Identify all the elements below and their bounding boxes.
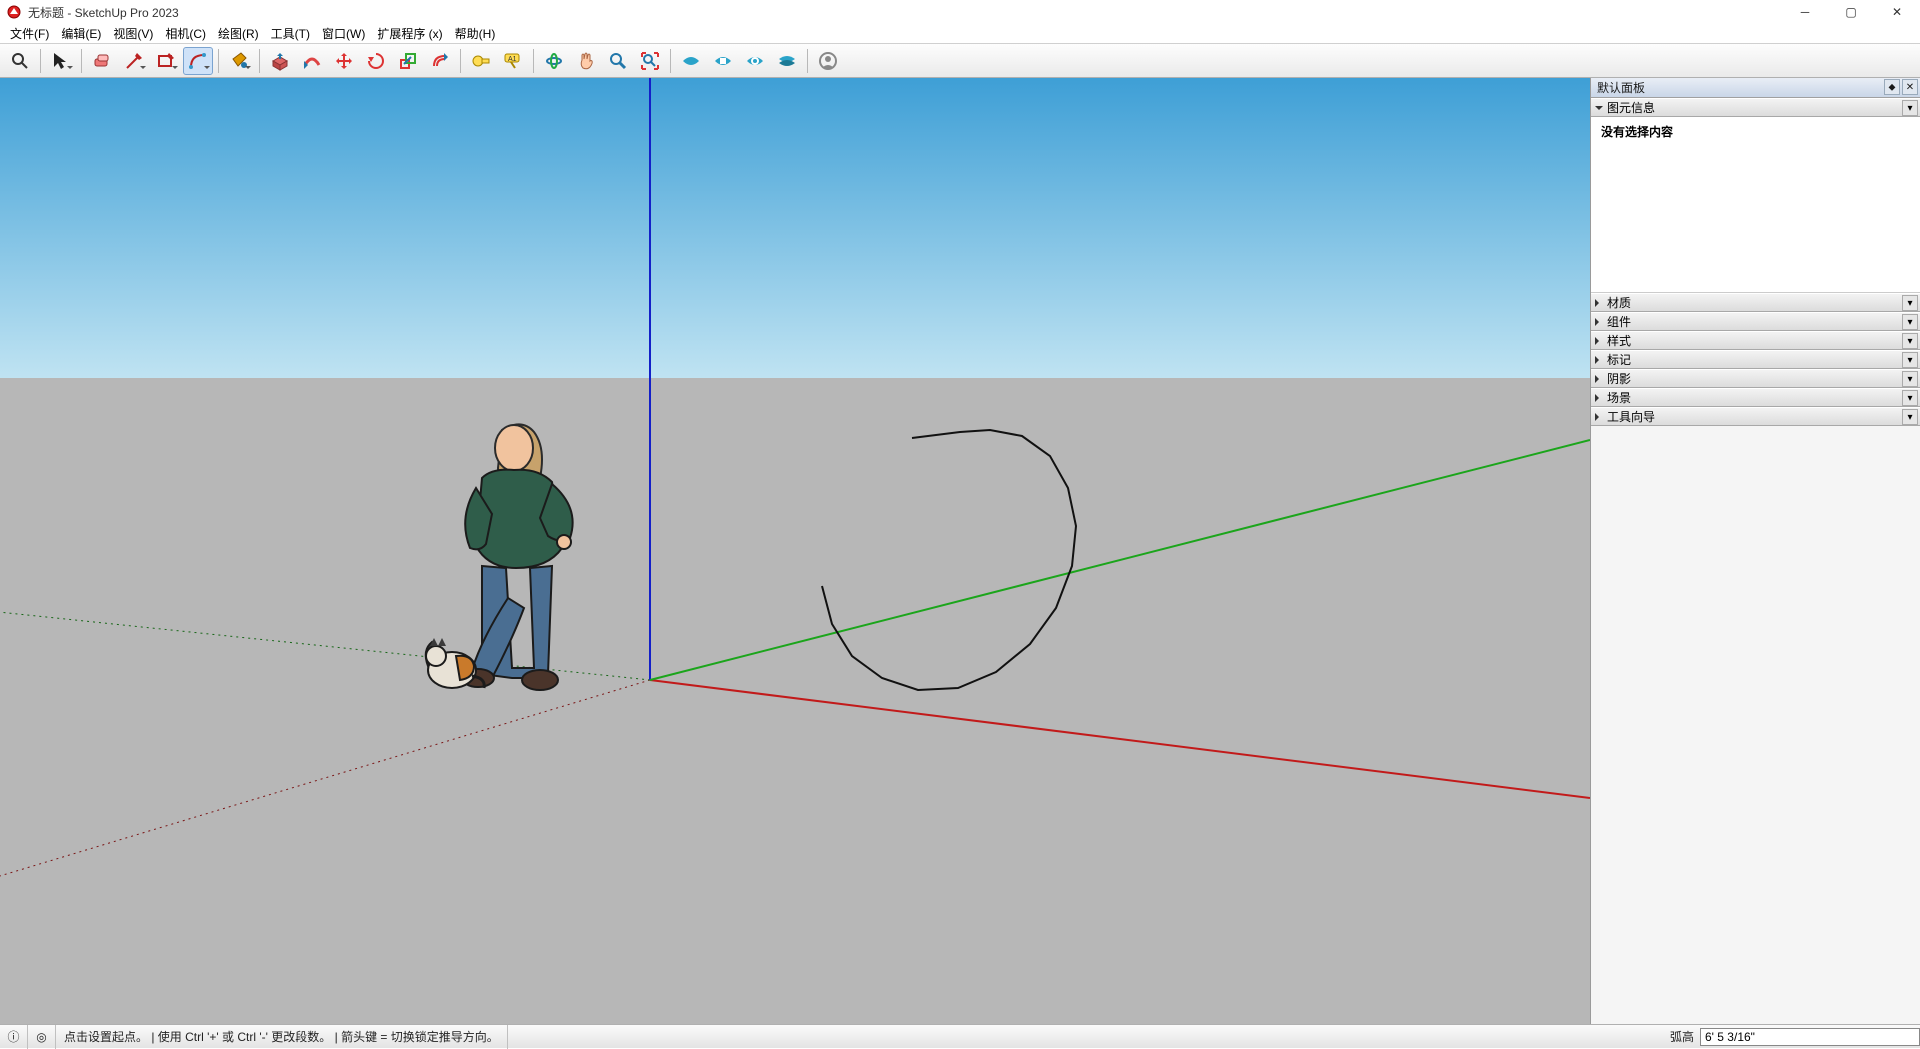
section-label: 阴影: [1607, 370, 1631, 387]
menu-file[interactable]: 文件(F): [4, 24, 55, 44]
geo-icon[interactable]: ◎: [28, 1025, 56, 1049]
menu-view[interactable]: 视图(V): [107, 24, 159, 44]
ground: [0, 378, 1590, 1024]
svg-text:A1: A1: [508, 56, 517, 63]
warehouse-icon[interactable]: [676, 47, 706, 75]
section-menu-button[interactable]: ▾: [1902, 295, 1918, 311]
entity-info-text: 没有选择内容: [1601, 125, 1673, 139]
arc-tool[interactable]: [183, 47, 213, 75]
section-menu-button[interactable]: ▾: [1902, 314, 1918, 330]
section-label: 工具向导: [1607, 408, 1655, 425]
pan-tool[interactable]: [571, 47, 601, 75]
section-menu-button[interactable]: ▾: [1902, 333, 1918, 349]
menu-help[interactable]: 帮助(H): [449, 24, 502, 44]
tape-tool[interactable]: [466, 47, 496, 75]
close-button[interactable]: ✕: [1874, 0, 1920, 24]
default-tray: 默认面板 ⬥ ✕ 图元信息 ▾ 没有选择内容 材质 ▾ 组件 ▾ 样式 ▾ 标记 ▾ 阴…: [1590, 78, 1920, 1024]
orbit-tool[interactable]: [539, 47, 569, 75]
search-icon[interactable]: [5, 47, 35, 75]
move-tool[interactable]: [329, 47, 359, 75]
menu-extensions[interactable]: 扩展程序 (x): [371, 24, 448, 44]
tray-close-button[interactable]: ✕: [1902, 79, 1918, 95]
viewport[interactable]: [0, 78, 1590, 1024]
zoom-tool[interactable]: [603, 47, 633, 75]
section-materials[interactable]: 材质 ▾: [1591, 293, 1920, 312]
layer-icon[interactable]: [772, 47, 802, 75]
section-label: 图元信息: [1607, 99, 1655, 116]
section-label: 材质: [1607, 294, 1631, 311]
rotate-tool[interactable]: [361, 47, 391, 75]
offset-tool[interactable]: [425, 47, 455, 75]
section-instructor[interactable]: 工具向导 ▾: [1591, 407, 1920, 426]
sky: [0, 78, 1590, 378]
select-tool[interactable]: [46, 47, 76, 75]
followme-tool[interactable]: [297, 47, 327, 75]
menubar: 文件(F) 编辑(E) 视图(V) 相机(C) 绘图(R) 工具(T) 窗口(W…: [0, 24, 1920, 44]
rectangle-tool[interactable]: [151, 47, 181, 75]
measurement-input[interactable]: [1700, 1028, 1920, 1046]
status-hint: 点击设置起点。 | 使用 Ctrl '+' 或 Ctrl '-' 更改段数。 |…: [56, 1025, 508, 1049]
window-title: 无标题 - SketchUp Pro 2023: [28, 4, 179, 21]
titlebar: 无标题 - SketchUp Pro 2023 ─ ▢ ✕: [0, 0, 1920, 24]
eraser-tool[interactable]: [87, 47, 117, 75]
section-label: 标记: [1607, 351, 1631, 368]
section-menu-button[interactable]: ▾: [1902, 100, 1918, 116]
tray-title[interactable]: 默认面板 ⬥ ✕: [1591, 78, 1920, 98]
zoom-extents-tool[interactable]: [635, 47, 665, 75]
entity-info-body: 没有选择内容: [1591, 117, 1920, 293]
section-tags[interactable]: 标记 ▾: [1591, 350, 1920, 369]
section-label: 样式: [1607, 332, 1631, 349]
menu-draw[interactable]: 绘图(R): [212, 24, 265, 44]
ext-warehouse-icon[interactable]: [708, 47, 738, 75]
section-menu-button[interactable]: ▾: [1902, 352, 1918, 368]
measure-label: 弧高: [1664, 1028, 1700, 1045]
help-icon[interactable]: ⓘ: [0, 1025, 28, 1049]
maximize-button[interactable]: ▢: [1828, 0, 1874, 24]
paint-tool[interactable]: [224, 47, 254, 75]
user-icon[interactable]: [813, 47, 843, 75]
text-tool[interactable]: A1: [498, 47, 528, 75]
section-scenes[interactable]: 场景 ▾: [1591, 388, 1920, 407]
line-tool[interactable]: [119, 47, 149, 75]
section-styles[interactable]: 样式 ▾: [1591, 331, 1920, 350]
section-shadows[interactable]: 阴影 ▾: [1591, 369, 1920, 388]
menu-camera[interactable]: 相机(C): [159, 24, 212, 44]
section-menu-button[interactable]: ▾: [1902, 390, 1918, 406]
section-components[interactable]: 组件 ▾: [1591, 312, 1920, 331]
section-entity-info[interactable]: 图元信息 ▾: [1591, 98, 1920, 117]
section-label: 场景: [1607, 389, 1631, 406]
toolbar: A1: [0, 44, 1920, 78]
scale-tool[interactable]: [393, 47, 423, 75]
section-menu-button[interactable]: ▾: [1902, 409, 1918, 425]
app-icon: [6, 4, 22, 20]
menu-window[interactable]: 窗口(W): [316, 24, 371, 44]
minimize-button[interactable]: ─: [1782, 0, 1828, 24]
menu-edit[interactable]: 编辑(E): [55, 24, 107, 44]
ext-manager-icon[interactable]: [740, 47, 770, 75]
statusbar: ⓘ ◎ 点击设置起点。 | 使用 Ctrl '+' 或 Ctrl '-' 更改段…: [0, 1024, 1920, 1048]
pushpull-tool[interactable]: [265, 47, 295, 75]
section-label: 组件: [1607, 313, 1631, 330]
section-menu-button[interactable]: ▾: [1902, 371, 1918, 387]
tray-pin-button[interactable]: ⬥: [1884, 79, 1900, 95]
menu-tools[interactable]: 工具(T): [265, 24, 316, 44]
tray-title-label: 默认面板: [1597, 79, 1645, 96]
